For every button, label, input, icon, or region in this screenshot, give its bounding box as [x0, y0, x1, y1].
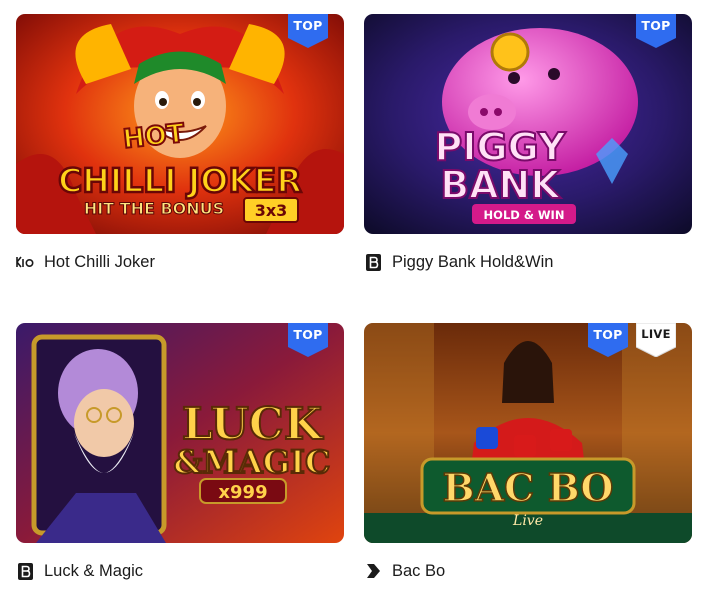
game-caption[interactable]: Luck & Magic — [16, 559, 143, 583]
top-badge: TOP — [288, 14, 328, 48]
top-badge: TOP — [288, 323, 328, 357]
top-badge: TOP — [636, 14, 676, 48]
game-title[interactable]: Piggy Bank Hold&Win — [392, 253, 553, 272]
game-card-piggy-bank[interactable]: PIGGY BANK HOLD & WIN TOP Piggy Bank Hol… — [364, 14, 692, 271]
game-caption[interactable]: Piggy Bank Hold&Win — [364, 250, 553, 274]
game-card-hot-chilli-joker[interactable]: HOT CHILLI JOKER HIT THE BONUS 3x3 TOP H… — [16, 14, 344, 271]
game-title[interactable]: Luck & Magic — [44, 562, 143, 581]
game-card-bac-bo[interactable]: BAC BO Live TOP LIVE Bac Bo — [364, 323, 692, 580]
game-caption[interactable]: Bac Bo — [364, 559, 445, 583]
kiron-provider-icon — [16, 253, 34, 271]
game-thumbnail[interactable]: PIGGY BANK HOLD & WIN TOP — [364, 14, 692, 234]
top-badge: TOP — [588, 323, 628, 357]
live-badge: LIVE — [636, 323, 676, 357]
game-title[interactable]: Bac Bo — [392, 562, 445, 581]
evolution-provider-icon — [364, 562, 382, 580]
game-card-luck-and-magic[interactable]: LUCK &MAGIC x999 TOP Luck & Magic — [16, 323, 344, 580]
game-thumbnail[interactable]: LUCK &MAGIC x999 TOP — [16, 323, 344, 543]
game-title[interactable]: Hot Chilli Joker — [44, 253, 155, 272]
bgaming-provider-icon — [364, 253, 382, 271]
game-caption[interactable]: Hot Chilli Joker — [16, 250, 155, 274]
game-thumbnail[interactable]: BAC BO Live TOP LIVE — [364, 323, 692, 543]
game-thumbnail[interactable]: HOT CHILLI JOKER HIT THE BONUS 3x3 TOP — [16, 14, 344, 234]
bgaming-provider-icon — [16, 562, 34, 580]
